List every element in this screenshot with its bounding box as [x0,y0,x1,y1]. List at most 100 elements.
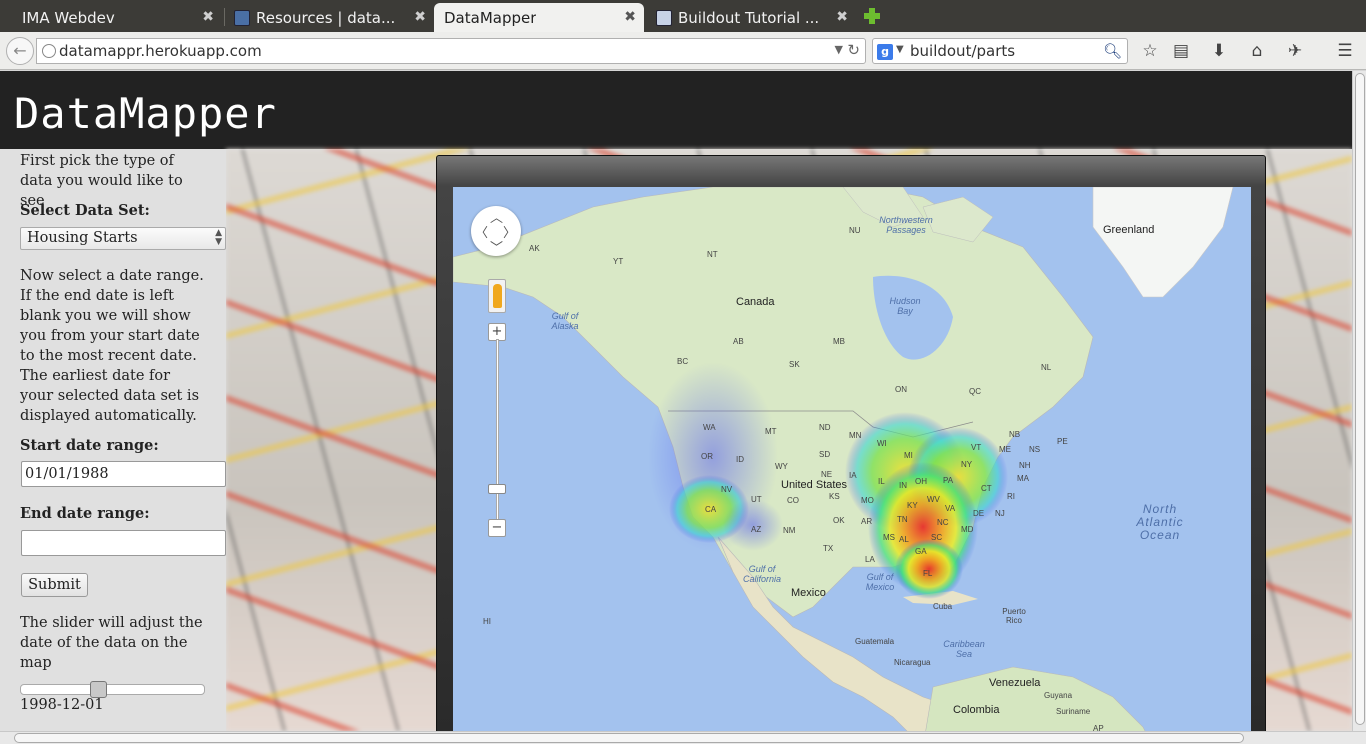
region-label-nv: NV [721,485,733,494]
region-label-sc: SC [931,533,943,542]
slider-help-text: The slider will adjust the date of the d… [20,615,203,671]
tab-resources[interactable]: Resources | data... ✖ [224,3,434,32]
region-label-ct: CT [981,484,992,493]
new-tab-plus-icon[interactable] [862,6,882,26]
tab-buildout-tutorial[interactable]: Buildout Tutorial ... ✖ [646,3,856,32]
chevron-down-icon[interactable]: ▼ [896,44,904,55]
region-label-or: OR [701,452,713,461]
close-icon[interactable]: ✖ [836,9,848,25]
region-label-nc: NC [937,518,949,527]
slider-date-value: 1998-12-01 [20,697,104,713]
region-label-on: ON [895,385,907,394]
region-label-mi: MI [904,451,913,460]
region-label-ms: MS [883,533,895,542]
region-label-in: IN [899,481,907,490]
map-label-northwestern-passages: Northwestern Passages [879,215,933,235]
bookmark-star-icon[interactable]: ☆ [1139,40,1161,62]
addon-icon[interactable]: ✈ [1284,40,1306,62]
page-content: DataMapper First pick the type of data y… [0,71,1352,731]
region-label-md: MD [961,525,974,534]
pan-right-icon[interactable]: 〉 [503,222,516,241]
region-label-nb: NB [1009,430,1021,439]
close-icon[interactable]: ✖ [202,9,214,25]
reading-list-icon[interactable]: ▤ [1170,40,1192,62]
region-label-pe: PE [1057,437,1068,446]
url-bar[interactable]: datamappr.herokuapp.com ▼ ↻ [36,38,866,64]
pan-up-icon[interactable]: ︿ [490,207,503,226]
map-frame: ︿ 〈 〉 ﹀ + − Greenland Canada United Stat… [436,155,1266,731]
close-icon[interactable]: ✖ [414,9,426,25]
back-arrow-icon[interactable]: ← [6,37,34,65]
zoom-slider-track[interactable] [496,339,499,524]
region-label-ut: UT [751,495,762,504]
region-label-ap: AP [1093,724,1104,731]
tab-datamapper[interactable]: DataMapper ✖ [434,3,644,32]
map-label-puerto-rico: Puerto Rico [1002,607,1026,625]
search-bar[interactable]: g ▼ buildout/parts 🔍︎ [872,38,1128,64]
region-label-oh: OH [915,477,927,486]
pan-left-icon[interactable]: 〈 [475,222,488,241]
zoom-slider-thumb[interactable] [488,484,506,494]
region-label-ns: NS [1029,445,1041,454]
region-label-mb: MB [833,337,845,346]
search-input[interactable]: buildout/parts [910,42,1015,60]
map-label-canada: Canada [736,296,775,308]
home-icon[interactable]: ⌂ [1246,40,1268,62]
date-slider[interactable] [20,681,205,698]
region-label-ks: KS [829,492,840,501]
site-title: DataMapper [14,89,277,138]
tab-title: DataMapper [444,8,537,27]
tab-ima-webdev[interactable]: IMA Webdev ✖ [12,3,222,32]
region-label-yt: YT [613,257,624,266]
region-label-ca: CA [705,505,717,514]
region-label-mt: MT [765,427,777,436]
map-label-guatemala: Guatemala [855,637,895,646]
pan-control[interactable]: ︿ 〈 〉 ﹀ [471,206,521,256]
end-date-input[interactable] [21,530,226,556]
data-set-select[interactable]: Housing Starts ▲ ▼ [20,227,226,250]
vertical-scrollbar[interactable] [1352,71,1366,731]
select-data-set-label: Select Data Set: [20,202,150,219]
region-label-sd: SD [819,450,831,459]
sidebar: First pick the type of data you would li… [0,149,226,731]
start-date-label: Start date range: [20,437,159,454]
heatmap-map[interactable]: ︿ 〈 〉 ﹀ + − Greenland Canada United Stat… [453,187,1251,731]
map-label-caribbean-sea: Caribbean Sea [943,639,985,659]
region-label-nm: NM [783,526,796,535]
region-label-wa: WA [703,423,716,432]
region-label-de: DE [973,509,985,518]
search-icon[interactable]: 🔍︎ [1103,42,1122,60]
region-label-tx: TX [823,544,834,553]
vertical-scrollbar-thumb[interactable] [1355,73,1365,725]
region-label-nl: NL [1041,363,1052,372]
data-set-select-value: Housing Starts [27,230,138,246]
region-label-ak: AK [529,244,540,253]
region-label-me: ME [999,445,1011,454]
horizontal-scrollbar[interactable] [0,731,1366,744]
tab-title: IMA Webdev [22,8,115,27]
menu-icon[interactable]: ☰ [1334,40,1356,62]
close-icon[interactable]: ✖ [624,9,636,25]
region-label-la: LA [865,555,875,564]
end-date-label: End date range: [20,505,150,522]
tab-title: Buildout Tutorial ... [678,8,820,27]
start-date-input[interactable]: 01/01/1988 [21,461,226,487]
map-label-gulf-of-california: Gulf of California [742,564,782,584]
chevron-down-icon[interactable]: ▼ [835,43,843,56]
pan-down-icon[interactable]: ﹀ [490,237,503,256]
region-label-mn: MN [849,431,862,440]
submit-button[interactable]: Submit [21,573,88,597]
north-america-landmass [453,187,1094,618]
region-label-bc: BC [677,357,689,366]
horizontal-scrollbar-thumb[interactable] [14,733,1244,743]
region-label-al: AL [899,535,909,544]
map-label-venezuela: Venezuela [989,677,1041,689]
reload-icon[interactable]: ↻ [847,41,860,59]
street-view-pegman-icon[interactable] [488,279,506,313]
download-icon[interactable]: ⬇ [1208,40,1230,62]
region-label-wy: WY [775,462,788,471]
google-logo-icon[interactable]: g [877,44,893,60]
zoom-out-button[interactable]: − [488,519,506,537]
map-label-gulf-of-alaska: Gulf of Alaska [551,311,579,331]
region-label-ky: KY [907,501,918,510]
